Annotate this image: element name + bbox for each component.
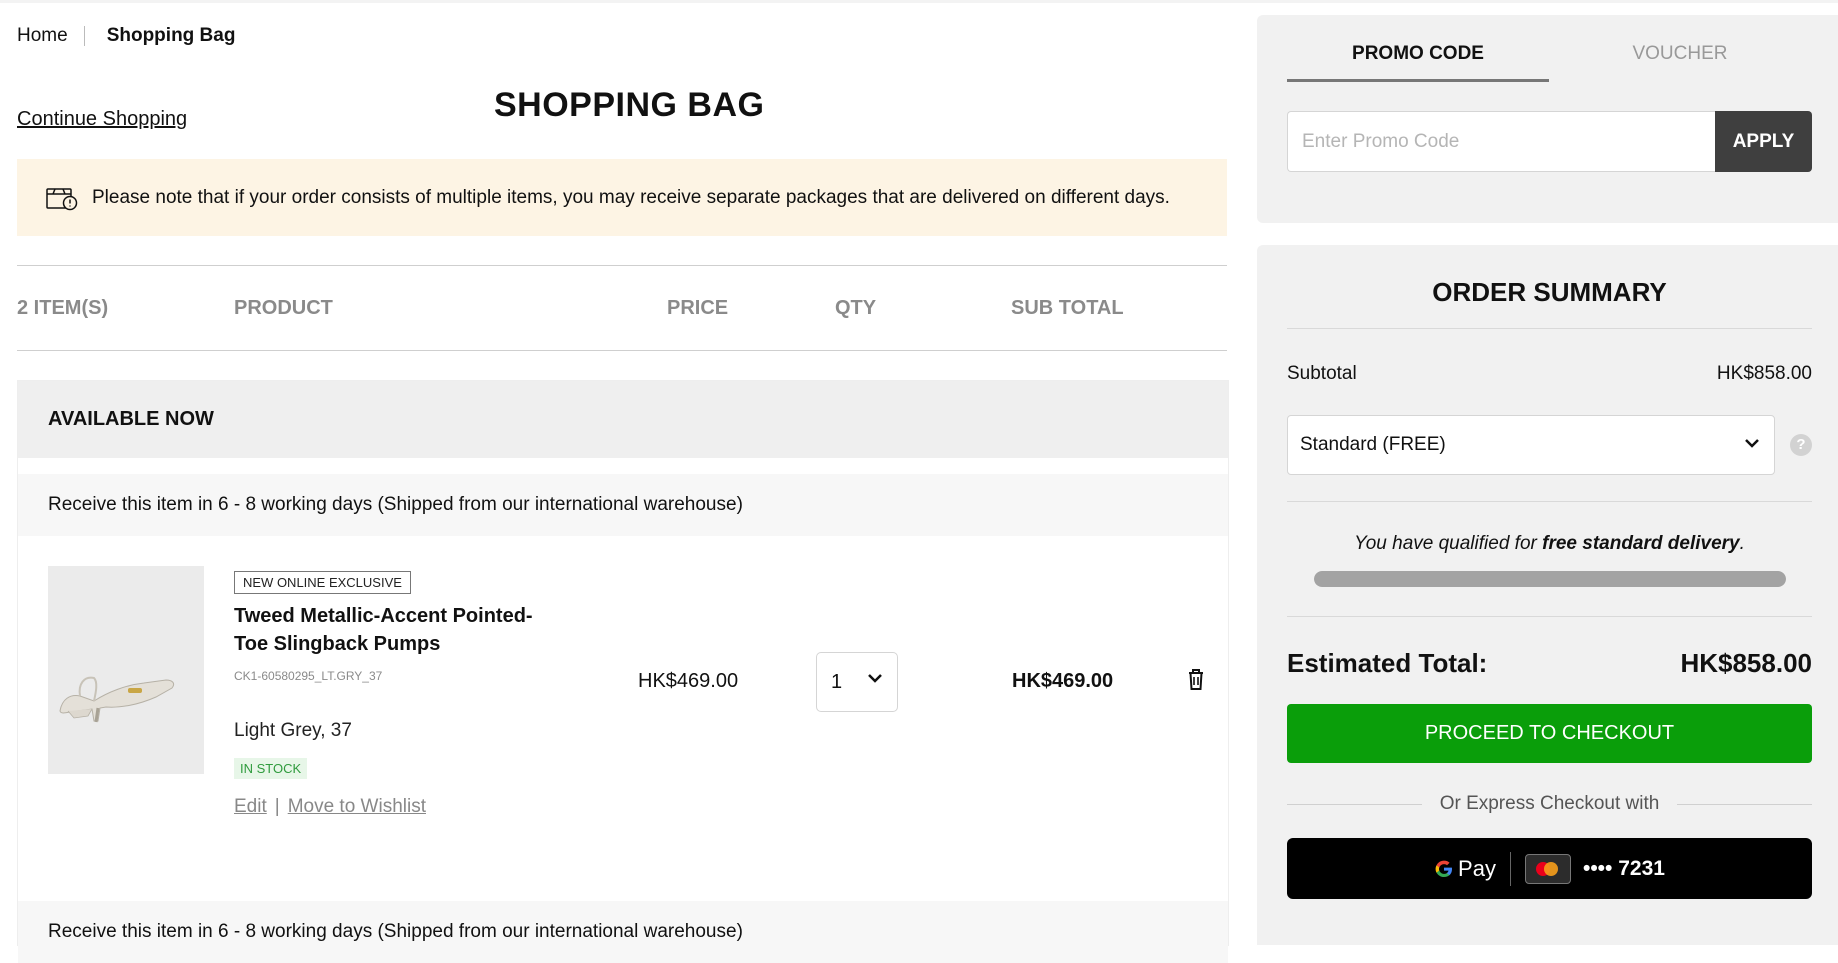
product-image[interactable]	[48, 566, 204, 774]
express-checkout-divider: Or Express Checkout with	[1287, 793, 1813, 815]
breadcrumb-separator	[83, 26, 85, 46]
package-clock-icon	[46, 187, 78, 210]
available-now-section: AVAILABLE NOW Receive this item in 6 - 8…	[17, 380, 1229, 963]
delivery-notice-text: Please note that if your order consists …	[92, 186, 1170, 208]
order-summary-panel: ORDER SUMMARY Subtotal HK$858.00 Standar…	[1257, 245, 1838, 945]
action-separator: |	[274, 796, 280, 817]
in-stock-badge: IN STOCK	[234, 758, 308, 779]
new-exclusive-badge: NEW ONLINE EXCLUSIVE	[234, 571, 411, 594]
product-variant: Light Grey, 37	[234, 720, 352, 741]
continue-shopping-link[interactable]: Continue Shopping	[17, 108, 187, 131]
qualified-suffix: .	[1739, 533, 1745, 554]
express-checkout-text: Or Express Checkout with	[1439, 793, 1660, 814]
free-delivery-progress	[1314, 571, 1786, 587]
card-number-masked: •••• 7231	[1582, 856, 1665, 880]
chevron-down-icon	[868, 674, 882, 683]
tab-voucher[interactable]: VOUCHER	[1549, 43, 1811, 79]
order-summary-title: ORDER SUMMARY	[1432, 277, 1667, 307]
quantity-value: 1	[831, 670, 843, 693]
shipping-estimate-row: Receive this item in 6 - 8 working days …	[18, 901, 1228, 963]
slingback-pump-image	[59, 676, 175, 723]
gpay-label: Pay	[1458, 855, 1496, 881]
cart-item: NEW ONLINE EXCLUSIVE Tweed Metallic-Acce…	[18, 536, 1228, 901]
product-name[interactable]: Tweed Metallic-Accent Pointed-Toe Slingb…	[234, 602, 564, 658]
column-product: PRODUCT	[234, 297, 333, 319]
google-pay-logo: Pay	[1434, 856, 1496, 882]
divider	[1287, 616, 1812, 617]
estimated-total-value: HK$858.00	[1680, 648, 1812, 678]
free-delivery-message: You have qualified for free standard del…	[1287, 533, 1812, 555]
trash-icon[interactable]	[1186, 667, 1206, 691]
column-subtotal: SUB TOTAL	[1011, 297, 1124, 319]
move-to-wishlist-link[interactable]: Move to Wishlist	[288, 796, 426, 818]
edit-link[interactable]: Edit	[234, 796, 267, 818]
item-price: HK$469.00	[638, 670, 739, 692]
product-sku: CK1-60580295_LT.GRY_37	[234, 669, 383, 683]
item-subtotal: HK$469.00	[1012, 670, 1114, 692]
google-g-icon	[1435, 860, 1453, 877]
mastercard-icon	[1524, 853, 1571, 884]
breadcrumb-home[interactable]: Home	[17, 25, 68, 47]
progress-fill	[1314, 571, 1786, 587]
shipping-estimate-row: Receive this item in 6 - 8 working days …	[18, 474, 1228, 536]
subtotal-label: Subtotal	[1287, 363, 1357, 384]
page-title: SHOPPING BAG	[494, 86, 765, 124]
quantity-select[interactable]: 1	[816, 652, 898, 712]
breadcrumb: Home Shopping Bag	[17, 25, 235, 47]
estimated-total-label: Estimated Total:	[1287, 648, 1488, 678]
shipping-method-select[interactable]: Standard (FREE)	[1287, 415, 1775, 475]
shipping-estimate-text: Receive this item in 6 - 8 working days …	[48, 921, 743, 942]
proceed-to-checkout-button[interactable]: PROCEED TO CHECKOUT	[1287, 704, 1812, 763]
divider	[1287, 328, 1812, 329]
tab-promo-code[interactable]: PROMO CODE	[1287, 43, 1549, 82]
section-title: AVAILABLE NOW	[18, 381, 1228, 458]
qualified-bold: free standard delivery	[1542, 533, 1740, 554]
subtotal-value: HK$858.00	[1716, 363, 1812, 384]
divider-line	[1287, 803, 1422, 805]
shipping-method-value: Standard (FREE)	[1300, 434, 1446, 455]
apply-button[interactable]: APPLY	[1715, 111, 1812, 172]
qualified-prefix: You have qualified for	[1354, 533, 1543, 554]
chevron-down-icon	[1745, 439, 1759, 448]
column-item-count: 2 ITEM(S)	[17, 297, 109, 319]
gpay-divider	[1509, 851, 1511, 886]
top-border	[0, 0, 1838, 3]
column-price: PRICE	[667, 297, 729, 319]
item-actions: Edit | Move to Wishlist	[234, 796, 426, 818]
divider-line	[1677, 803, 1813, 805]
column-qty: QTY	[835, 297, 877, 319]
breadcrumb-current: Shopping Bag	[106, 25, 236, 46]
promo-panel: PROMO CODE VOUCHER APPLY	[1257, 15, 1838, 223]
cart-table-header: 2 ITEM(S) PRODUCT PRICE QTY SUB TOTAL	[17, 265, 1227, 351]
divider	[1287, 501, 1812, 502]
delivery-notice: Please note that if your order consists …	[17, 159, 1227, 236]
promo-code-input[interactable]	[1287, 111, 1715, 172]
google-pay-button[interactable]: Pay •••• 7231	[1287, 838, 1812, 899]
help-icon[interactable]: ?	[1790, 434, 1812, 456]
shipping-estimate-text: Receive this item in 6 - 8 working days …	[48, 494, 743, 515]
